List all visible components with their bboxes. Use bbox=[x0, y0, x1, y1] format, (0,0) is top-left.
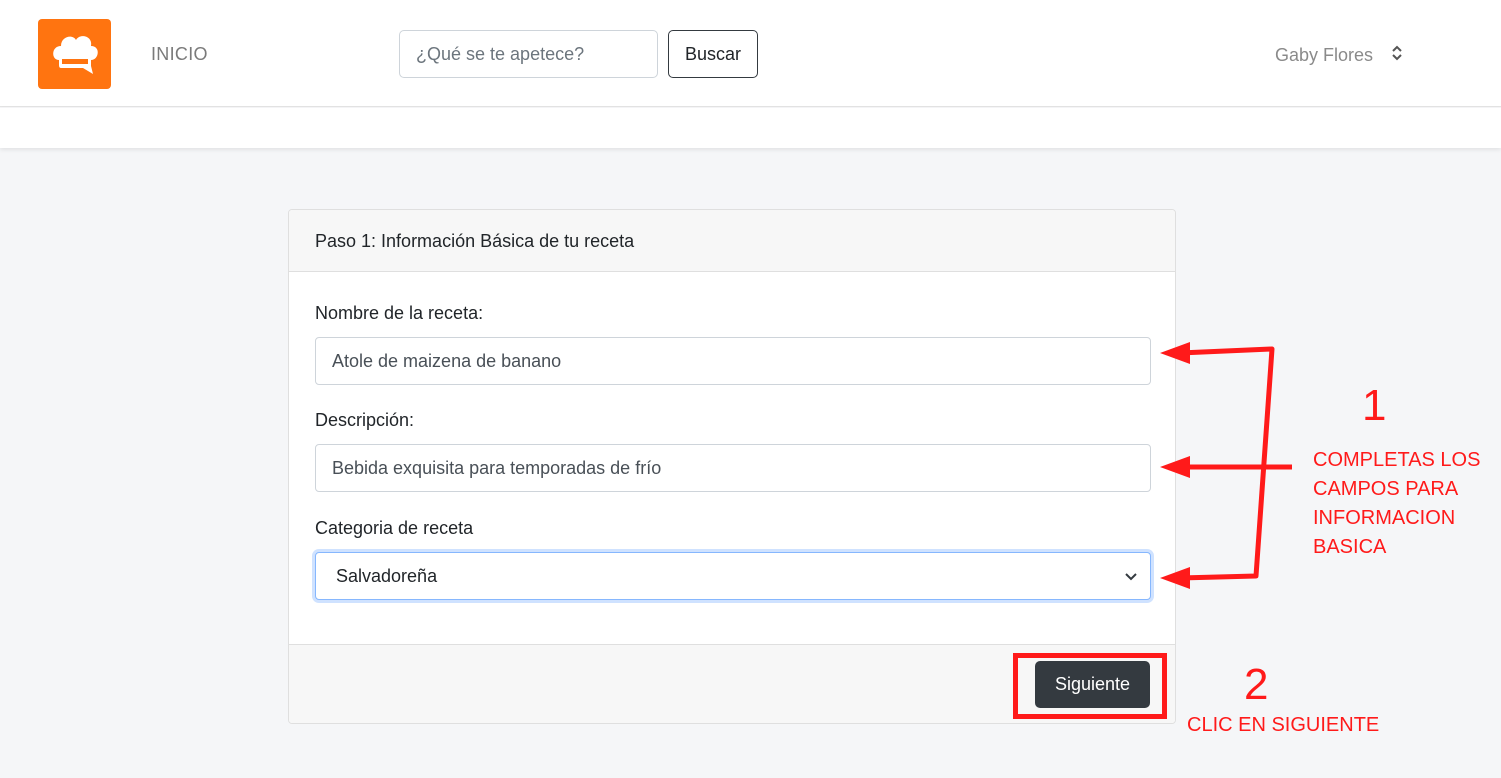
description-label: Descripción: bbox=[315, 410, 415, 430]
search-button[interactable]: Buscar bbox=[668, 30, 758, 78]
user-name: Gaby Flores bbox=[1275, 45, 1374, 65]
annotation-step1-number: 1 bbox=[1362, 381, 1387, 430]
sub-navbar bbox=[0, 108, 1501, 148]
navbar: INICIO Buscar Gaby Flores bbox=[0, 0, 1501, 107]
annotation-step2-number: 2 bbox=[1244, 660, 1269, 709]
category-selected-value: Salvadoreña bbox=[336, 566, 438, 586]
chevron-down-icon bbox=[1124, 568, 1138, 589]
user-menu[interactable]: Gaby Flores bbox=[1275, 44, 1403, 67]
category-select[interactable]: Salvadoreña bbox=[315, 552, 1151, 600]
chevron-updown-icon bbox=[1391, 44, 1403, 67]
annotation-line: INFORMACION bbox=[1313, 507, 1456, 529]
annotation-line: BASICA bbox=[1313, 536, 1387, 558]
annotation-line: CAMPOS PARA bbox=[1313, 478, 1459, 500]
description-field[interactable] bbox=[315, 444, 1151, 492]
recipe-name-field[interactable] bbox=[315, 337, 1151, 385]
annotation-step2-text: CLIC EN SIGUIENTE bbox=[1187, 714, 1380, 736]
annotation-line: COMPLETAS LOS bbox=[1313, 449, 1481, 471]
category-label: Categoria de receta bbox=[315, 518, 474, 538]
card-footer: Siguiente bbox=[289, 644, 1175, 723]
nav-link-inicio[interactable]: INICIO bbox=[151, 44, 208, 65]
recipe-step1-card: Paso 1: Información Básica de tu receta … bbox=[288, 209, 1176, 724]
chef-hat-chat-icon bbox=[52, 36, 98, 74]
card-header: Paso 1: Información Básica de tu receta bbox=[289, 210, 1175, 272]
search-input[interactable] bbox=[399, 30, 658, 78]
name-label: Nombre de la receta: bbox=[315, 303, 484, 323]
annotation-bracket-line bbox=[1179, 346, 1275, 581]
logo[interactable] bbox=[38, 19, 111, 89]
annotation-step1-text: COMPLETAS LOS CAMPOS PARA INFORMACION BA… bbox=[1313, 446, 1480, 562]
next-button[interactable]: Siguiente bbox=[1035, 661, 1150, 708]
